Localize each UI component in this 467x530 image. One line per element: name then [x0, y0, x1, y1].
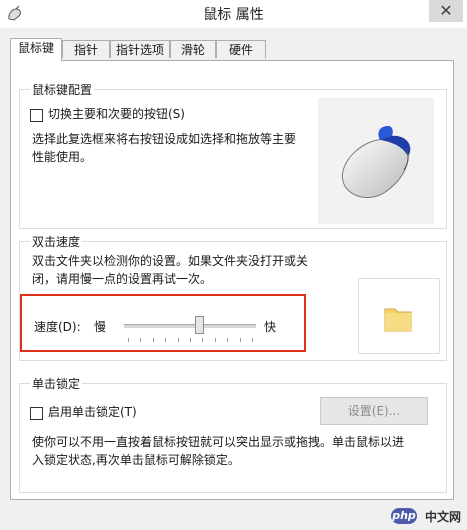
tab-wheel[interactable]: 滑轮 [170, 40, 216, 58]
tab-hardware[interactable]: 硬件 [216, 40, 266, 58]
window-title: 鼠标 属性 [203, 7, 264, 23]
click-lock-label[interactable]: 启用单击锁定(T) [48, 404, 137, 421]
button-config-title: 鼠标键配置 [30, 81, 95, 98]
double-click-title: 双击速度 [30, 233, 83, 250]
mouse-properties-window: 鼠标 属性 ✕ 鼠标键 指针 指针选项 滑轮 硬件 鼠标键配置 切换主要和次要的… [0, 0, 467, 530]
watermark-site-text: 中文网 [424, 510, 461, 524]
click-lock-title: 单击锁定 [30, 375, 83, 392]
double-click-description-1: 双击文件夹以检测你的设置。如果文件夹没打开或关 [32, 254, 309, 268]
mouse-illustration-icon [341, 126, 411, 198]
button-config-description-2: 性能使用。 [32, 150, 93, 164]
mouse-illustration-box [318, 98, 434, 224]
title-bar: 鼠标 属性 ✕ [0, 0, 467, 28]
double-click-description-2: 闭，请用慢一点的设置再试一次。 [32, 272, 213, 286]
button-config-description-1: 选择此复选框来将右按钮设成如选择和拖放等主要 [32, 132, 297, 146]
tab-pointer-options[interactable]: 指针选项 [110, 40, 170, 58]
button-config-group: 鼠标键配置 切换主要和次要的按钮(S) 选择此复选框来将右按钮设成如选择和拖放等… [19, 81, 447, 229]
tab-pointers[interactable]: 指针 [62, 40, 110, 58]
switch-buttons-label[interactable]: 切换主要和次要的按钮(S) [48, 106, 185, 123]
watermark-logo: php [391, 508, 417, 524]
switch-buttons-checkbox[interactable] [30, 109, 43, 122]
folder-icon [384, 308, 412, 332]
watermark: php 中文网 [371, 508, 461, 526]
settings-button[interactable]: 设置(E)... [320, 397, 428, 425]
test-folder-box[interactable] [358, 278, 440, 354]
speed-highlight-box [20, 294, 306, 352]
tab-buttons[interactable]: 鼠标键 [10, 38, 62, 61]
close-button[interactable]: ✕ [429, 0, 463, 22]
click-lock-description-1: 使你可以不用一直按着鼠标按钮就可以突出显示或拖拽。单击鼠标以进 [32, 435, 405, 449]
tab-panel: 鼠标键配置 切换主要和次要的按钮(S) 选择此复选框来将右按钮设成如选择和拖放等… [10, 60, 454, 500]
click-lock-description-2: 入锁定状态,再次单击鼠标可解除锁定。 [32, 453, 240, 467]
click-lock-group: 单击锁定 启用单击锁定(T) 设置(E)... 使你可以不用一直按着鼠标按钮就可… [19, 375, 447, 493]
click-lock-checkbox[interactable] [30, 407, 43, 420]
